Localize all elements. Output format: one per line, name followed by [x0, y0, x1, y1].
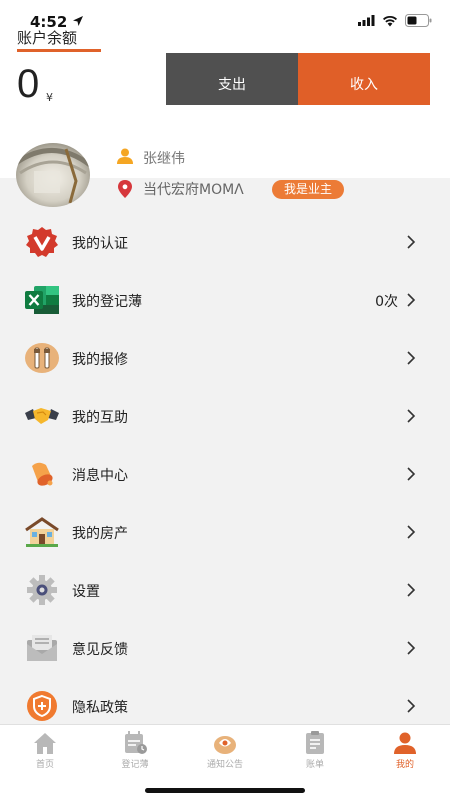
chevron-right-icon: [407, 409, 416, 423]
handshake-icon: [25, 408, 59, 424]
status-bar: 4:52: [0, 0, 450, 31]
menu-item-mutual-aid[interactable]: 我的互助: [0, 387, 450, 445]
notice-icon: [214, 736, 236, 754]
chevron-right-icon: [407, 699, 416, 713]
menu-label: 我的登记薄: [72, 294, 142, 310]
balance-label: 账户余额: [17, 29, 78, 47]
tab-label: 登记薄: [121, 760, 149, 770]
income-button[interactable]: 收入: [298, 53, 430, 105]
privacy-shield-icon: [27, 691, 57, 721]
estate-name: 当代宏府MOMΛ: [143, 182, 244, 198]
menu-label: 我的房产: [72, 526, 128, 542]
battery-icon: [405, 14, 432, 27]
location-pin-icon: [118, 180, 132, 198]
home-icon: [34, 733, 56, 754]
menu-item-messages[interactable]: 消息中心: [0, 445, 450, 503]
tab-register[interactable]: 登记薄: [90, 731, 180, 775]
owner-badge: 我是业主: [272, 180, 344, 199]
certification-icon: [26, 227, 58, 257]
chevron-right-icon: [407, 293, 416, 307]
chevron-right-icon: [407, 351, 416, 365]
user-icon: [394, 732, 416, 754]
register-count: 0次: [375, 294, 398, 310]
chevron-right-icon: [407, 641, 416, 655]
menu-label: 意见反馈: [72, 642, 128, 658]
gear-icon: [27, 575, 57, 605]
register-book-icon: [125, 731, 147, 754]
tab-home[interactable]: 首页: [0, 731, 90, 775]
menu-label: 设置: [72, 584, 100, 600]
tab-mine[interactable]: 我的: [360, 731, 450, 775]
repair-tools-icon: [25, 343, 59, 373]
currency-unit: ¥: [46, 91, 53, 104]
chevron-right-icon: [407, 467, 416, 481]
home-indicator: [145, 788, 305, 793]
balance-underline: [17, 49, 101, 52]
menu-item-register-book[interactable]: 我的登记薄 0次: [0, 271, 450, 329]
user-name: 张继伟: [143, 151, 185, 167]
location-arrow-icon: [73, 16, 83, 26]
chevron-right-icon: [407, 525, 416, 539]
user-icon: [117, 148, 133, 164]
expense-button[interactable]: 支出: [166, 53, 298, 105]
signal-icon: [358, 15, 375, 26]
menu-item-settings[interactable]: 设置: [0, 561, 450, 619]
avatar[interactable]: [16, 143, 90, 207]
tab-label: 通知公告: [206, 760, 243, 770]
tab-label: 账单: [305, 760, 324, 770]
chevron-right-icon: [407, 583, 416, 597]
menu-item-certification[interactable]: 我的认证: [0, 213, 450, 271]
bill-icon: [306, 731, 324, 754]
status-icons: [358, 14, 432, 27]
tab-label: 我的: [395, 760, 414, 770]
menu-label: 隐私政策: [72, 700, 128, 716]
tab-label: 首页: [35, 760, 54, 770]
menu-item-property[interactable]: 我的房产: [0, 503, 450, 561]
bell-icon: [32, 462, 53, 486]
menu-item-repair[interactable]: 我的报修: [0, 329, 450, 387]
balance-value: 0: [17, 62, 40, 106]
menu-label: 我的报修: [72, 352, 128, 368]
envelope-icon: [27, 635, 57, 661]
menu-label: 我的互助: [72, 410, 128, 426]
tab-notices[interactable]: 通知公告: [180, 731, 270, 775]
tab-bills[interactable]: 账单: [270, 731, 360, 775]
wifi-icon: [383, 15, 397, 26]
house-icon: [25, 517, 59, 547]
chevron-right-icon: [407, 235, 416, 249]
excel-icon: [25, 286, 59, 314]
menu-label: 消息中心: [72, 468, 128, 484]
menu-item-feedback[interactable]: 意见反馈: [0, 619, 450, 677]
menu-label: 我的认证: [72, 236, 128, 252]
